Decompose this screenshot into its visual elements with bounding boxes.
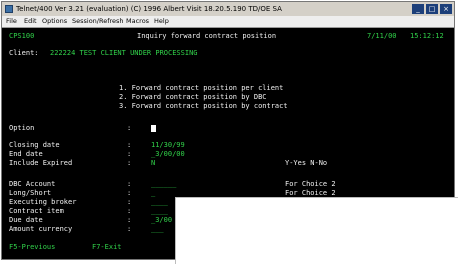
end-date-input[interactable]: _3/00/00 — [151, 150, 185, 159]
field-sep-executing-broker: : — [127, 198, 132, 206]
title-bar: Telnet/400 Ver 3.21 (evaluation) (C) 199… — [2, 2, 454, 16]
field-sep-option: : — [127, 124, 132, 132]
executing-broker-input[interactable]: ____ — [151, 198, 168, 207]
field-sep-dbc-account: : — [127, 180, 132, 188]
field-sep-closing-date: : — [127, 141, 132, 149]
program-id: CPS100 — [9, 32, 35, 40]
long-short-input[interactable]: _ — [151, 189, 155, 198]
f7-exit-key[interactable]: F7-Exit — [92, 243, 122, 252]
menu-session-refresh[interactable]: Session/Refresh — [72, 16, 124, 27]
closing-date-value: 11/30/99 — [151, 141, 185, 149]
window-title: Telnet/400 Ver 3.21 (evaluation) (C) 199… — [16, 5, 282, 13]
screen-heading: Inquiry forward contract position — [137, 32, 277, 40]
field-label-closing-date: Closing date — [9, 141, 60, 149]
close-button[interactable]: × — [440, 4, 452, 14]
field-sep-due-date: : — [127, 216, 132, 224]
screen-date: 7/11/00 — [367, 32, 397, 40]
field-label-dbc-account: DBC Account — [9, 180, 56, 188]
due-date-input[interactable]: _3/00 — [151, 216, 172, 225]
menu-edit[interactable]: Edit — [24, 16, 37, 27]
menu-macros[interactable]: Macros — [126, 16, 149, 27]
yes-no-hint: Y-Yes N-No — [285, 159, 328, 167]
field-label-option: Option — [9, 124, 35, 132]
menu-bar: File Edit Options Session/Refresh Macros… — [2, 16, 454, 28]
minimize-button[interactable]: _ — [412, 4, 424, 14]
choice-2: 2. Forward contract position by DBC — [119, 93, 267, 101]
menu-help[interactable]: Help — [154, 16, 169, 27]
occluding-panel — [175, 197, 458, 264]
field-label-executing-broker: Executing broker — [9, 198, 77, 206]
f5-previous-key[interactable]: F5-Previous — [9, 243, 55, 252]
menu-file[interactable]: File — [6, 16, 17, 27]
dbc-account-input[interactable]: ______ — [151, 180, 176, 189]
amount-currency-input[interactable]: ___ — [151, 225, 164, 234]
contract-item-input[interactable]: ____ — [151, 207, 168, 216]
field-label-contract-item: Contract item — [9, 207, 64, 215]
option-input-cursor[interactable] — [151, 125, 156, 132]
maximize-button[interactable]: □ — [426, 4, 438, 14]
window-controls: _ □ × — [412, 4, 452, 14]
field-sep-amount-currency: : — [127, 225, 132, 233]
field-sep-end-date: : — [127, 150, 132, 158]
choice2-hint-a: For Choice 2 — [285, 180, 336, 188]
field-label-amount-currency: Amount currency — [9, 225, 73, 233]
field-sep-include-expired: : — [127, 159, 132, 167]
field-label-long-short: Long/Short — [9, 189, 52, 197]
screen-time: 15:12:12 — [410, 32, 444, 40]
field-label-due-date: Due date — [9, 216, 43, 224]
app-icon — [5, 5, 13, 13]
choice-3: 3. Forward contract position by contract — [119, 102, 288, 110]
field-label-include-expired: Include Expired — [9, 159, 73, 167]
field-sep-contract-item: : — [127, 207, 132, 215]
include-expired-input[interactable]: N — [151, 159, 155, 168]
menu-options[interactable]: Options — [42, 16, 67, 27]
field-sep-long-short: : — [127, 189, 132, 197]
field-label-end-date: End date — [9, 150, 43, 158]
client-label: Client: — [9, 49, 39, 57]
choice-1: 1. Forward contract position per client — [119, 84, 284, 92]
client-value: 222224 TEST CLIENT UNDER PROCESSING — [50, 49, 198, 57]
